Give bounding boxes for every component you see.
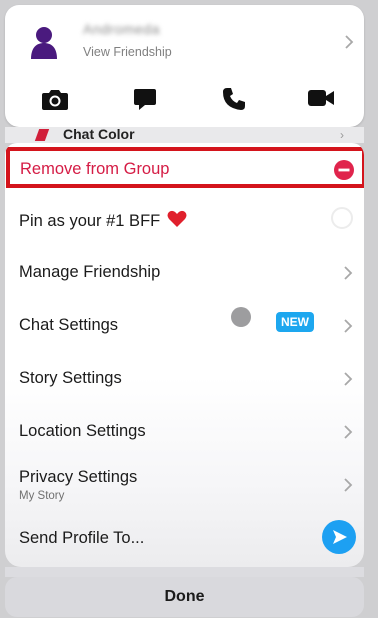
heart-icon [167, 210, 187, 233]
privacy-settings-label: Privacy Settings [19, 468, 138, 486]
chevron-right-icon [343, 478, 353, 492]
send-arrow-icon[interactable] [322, 520, 356, 554]
phone-icon[interactable] [219, 87, 249, 115]
location-settings-label: Location Settings [19, 422, 146, 440]
chat-settings-row[interactable]: Chat Settings NEW [5, 299, 364, 351]
pin-bff-label: Pin as your #1 BFF [19, 212, 161, 230]
done-button[interactable]: Done [5, 577, 364, 617]
pin-toggle[interactable] [331, 207, 353, 229]
chat-icon[interactable] [130, 87, 160, 115]
privacy-settings-sublabel: My Story [19, 490, 65, 502]
location-settings-row[interactable]: Location Settings [5, 405, 364, 457]
view-friendship-link[interactable]: View Friendship [83, 45, 172, 59]
touch-indicator [231, 307, 251, 327]
chevron-right-icon[interactable] [344, 35, 354, 49]
manage-friendship-row[interactable]: Manage Friendship [5, 246, 364, 298]
send-profile-label: Send Profile To... [19, 529, 145, 547]
story-settings-label: Story Settings [19, 369, 122, 387]
profile-name: Andromeda [83, 21, 160, 37]
chevron-right-icon [343, 425, 353, 439]
camera-icon[interactable] [40, 87, 70, 115]
privacy-settings-row[interactable]: Privacy Settings My Story [5, 458, 364, 510]
sheet-divider [5, 567, 364, 577]
profile-card: Andromeda View Friendship [5, 5, 364, 127]
chat-settings-label: Chat Settings [19, 316, 119, 334]
manage-friendship-label: Manage Friendship [19, 263, 161, 281]
chevron-right-icon [343, 319, 353, 333]
chat-color-row: Chat Color › [5, 127, 364, 143]
chat-color-label: Chat Color [63, 127, 135, 142]
pin-bff-row[interactable]: Pin as your #1 BFF [5, 193, 364, 245]
story-settings-row[interactable]: Story Settings [5, 352, 364, 404]
new-badge: NEW [276, 312, 314, 332]
remove-from-group-button[interactable]: Remove from Group [6, 147, 364, 188]
remove-minus-icon[interactable] [334, 160, 354, 180]
color-swatch-icon [34, 129, 50, 141]
avatar[interactable] [29, 25, 59, 59]
chevron-right-icon: › [340, 128, 344, 142]
options-sheet: Remove from Group Pin as your #1 BFF Man… [5, 143, 364, 567]
chevron-right-icon [343, 266, 353, 280]
action-row [5, 87, 364, 117]
chevron-right-icon [343, 372, 353, 386]
video-icon[interactable] [306, 87, 336, 115]
send-profile-row[interactable]: Send Profile To... [5, 511, 364, 563]
remove-from-group-label: Remove from Group [20, 160, 170, 178]
